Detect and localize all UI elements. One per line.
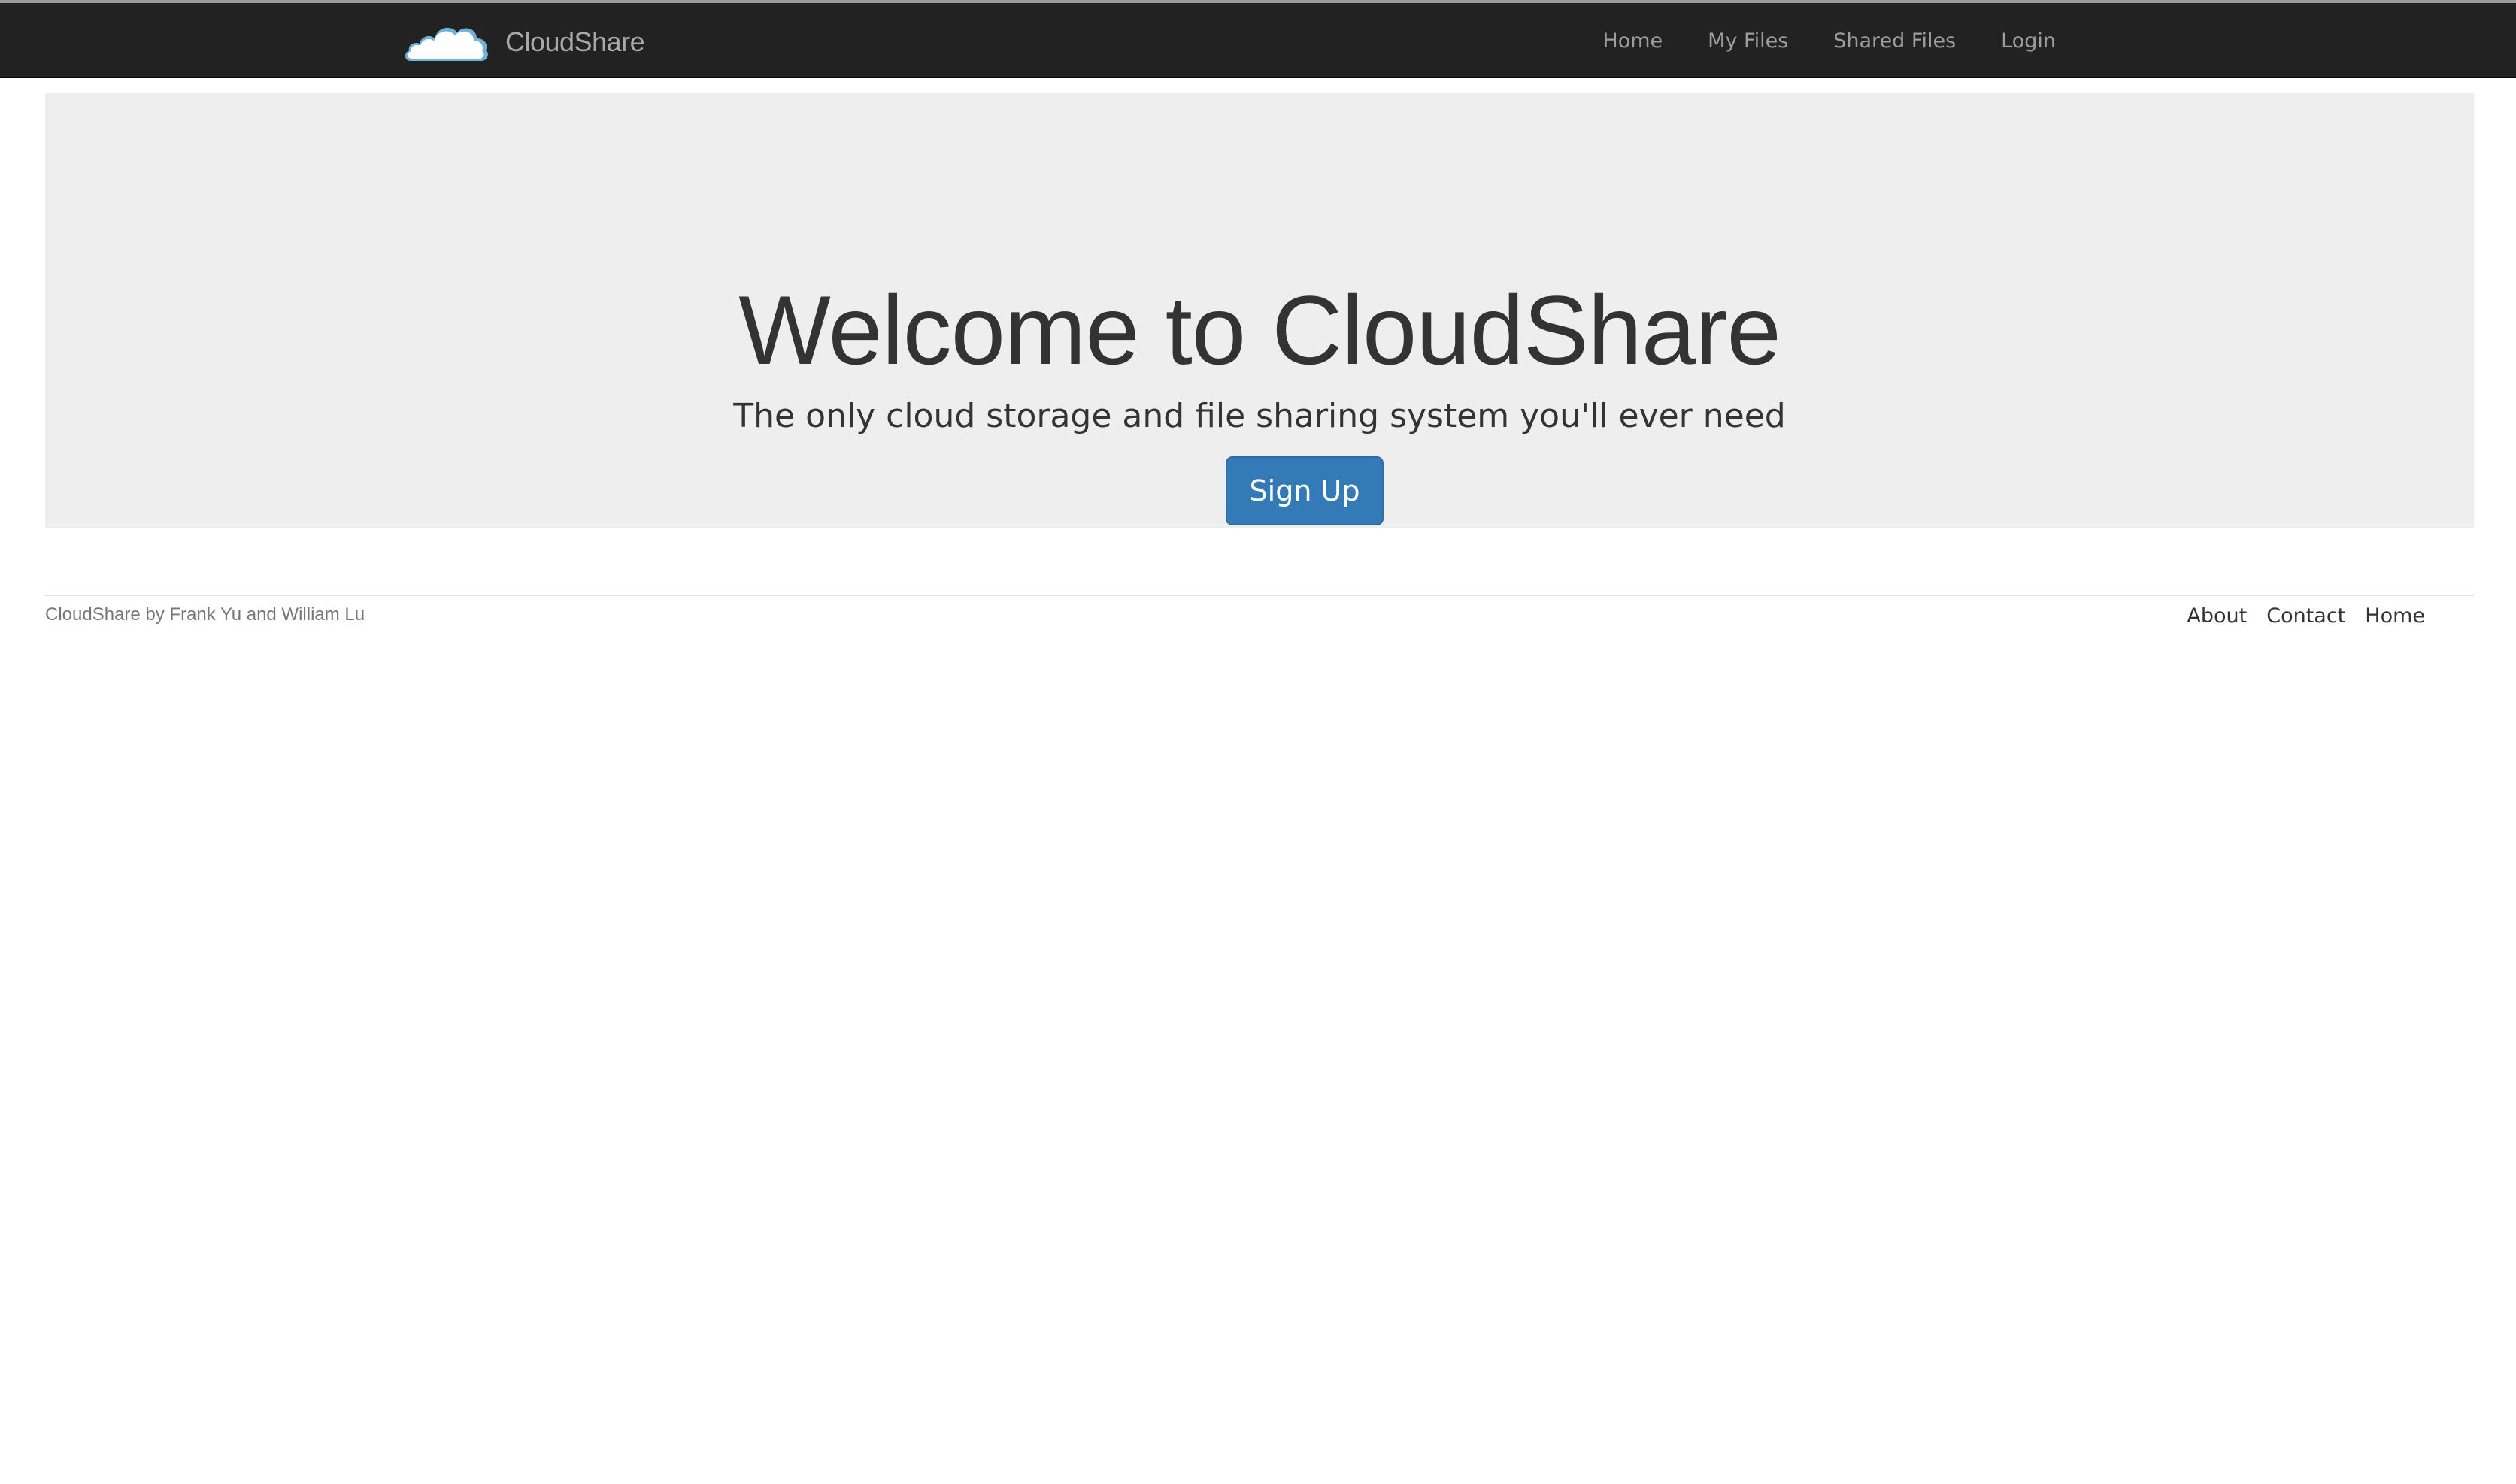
footer-links: About Contact Home (2167, 604, 2425, 628)
footer-contact-link[interactable]: Contact (2266, 604, 2345, 628)
top-navbar: CloudShare Home My Files Shared Files Lo… (0, 3, 2516, 78)
hero-title: Welcome to CloudShare (738, 275, 1781, 385)
footer-home-link[interactable]: Home (2365, 604, 2425, 628)
nav-login-link[interactable]: Login (2001, 29, 2056, 53)
cloud-icon (405, 27, 488, 61)
sign-up-button[interactable]: Sign Up (1226, 456, 1384, 525)
hero-jumbotron: Welcome to CloudShare The only cloud sto… (45, 93, 2474, 528)
brand-name: CloudShare (505, 26, 645, 57)
nav-home-link[interactable]: Home (1602, 29, 1663, 53)
brand-link[interactable]: CloudShare (403, 15, 645, 69)
nav-links: Home My Files Shared Files Login (1557, 3, 2056, 78)
footer-divider (45, 595, 2474, 596)
nav-shared-files-link[interactable]: Shared Files (1833, 29, 1956, 53)
footer-about-link[interactable]: About (2187, 604, 2247, 628)
nav-my-files-link[interactable]: My Files (1708, 29, 1788, 53)
hero-subtitle: The only cloud storage and file sharing … (733, 397, 1786, 435)
footer-credit: CloudShare by Frank Yu and William Lu (45, 604, 365, 625)
